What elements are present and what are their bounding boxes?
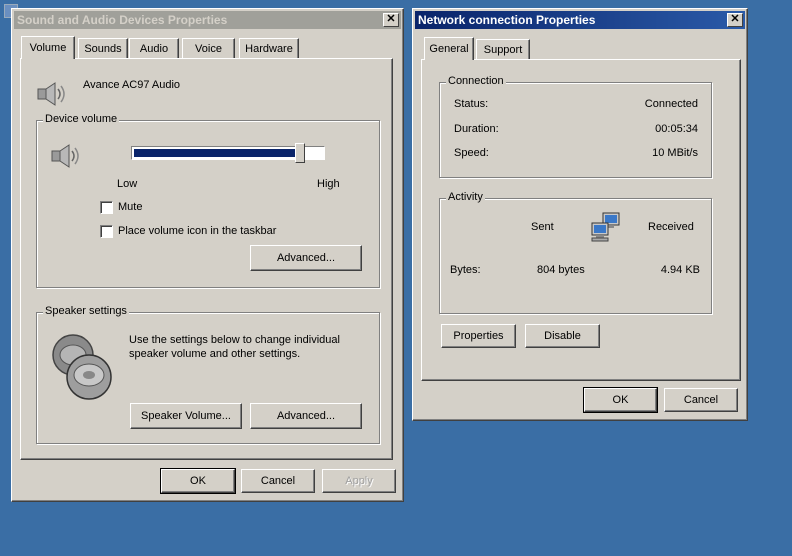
network-cancel-button[interactable]: Cancel <box>664 388 738 412</box>
network-properties-window: Network connection Properties ✕ General … <box>412 8 748 421</box>
tab-hardware-label: Hardware <box>245 42 293 55</box>
speakers-icon <box>52 334 112 400</box>
speaker-description: Use the settings below to change individ… <box>129 334 340 360</box>
speed-value: 10 MBit/s <box>652 147 698 159</box>
mute-checkbox[interactable] <box>100 201 113 214</box>
speaker-icon <box>37 82 65 106</box>
sound-window-title: Sound and Audio Devices Properties <box>17 13 228 27</box>
volume-tab-panel: Avance AC97 Audio Device volume Low High… <box>20 58 393 460</box>
bytes-label: Bytes: <box>450 264 481 276</box>
tab-volume-label: Volume <box>29 42 67 54</box>
network-properties-button[interactable]: Properties <box>441 324 516 348</box>
sound-cancel-button[interactable]: Cancel <box>241 469 315 493</box>
network-window-titlebar[interactable]: Network connection Properties ✕ <box>415 11 745 29</box>
general-tab-panel: Connection Status: Connected Duration: 0… <box>421 59 741 381</box>
device-volume-title: Device volume <box>43 113 120 125</box>
close-icon[interactable]: ✕ <box>383 13 399 27</box>
duration-value: 00:05:34 <box>655 123 698 135</box>
network-cancel-label: Cancel <box>683 394 719 406</box>
tab-audio[interactable]: Audio <box>129 38 179 58</box>
status-label: Status: <box>454 98 489 110</box>
received-label: Received <box>648 221 694 233</box>
device-advanced-button[interactable]: Advanced... <box>250 245 362 271</box>
bytes-received-value: 4.94 KB <box>660 264 700 276</box>
tab-sounds-label: Sounds <box>84 42 122 55</box>
tab-voice-label: Voice <box>195 42 222 55</box>
tab-general-label: General <box>429 43 469 55</box>
tab-volume[interactable]: Volume <box>21 36 75 59</box>
sound-properties-window: Sound and Audio Devices Properties ✕ Vol… <box>11 8 404 502</box>
duration-label: Duration: <box>454 123 499 135</box>
speaker-volume-button[interactable]: Speaker Volume... <box>130 403 242 429</box>
speaker-settings-group: Speaker settings Use the settings below … <box>36 305 380 444</box>
sound-cancel-label: Cancel <box>260 475 296 487</box>
sound-window-titlebar[interactable]: Sound and Audio Devices Properties ✕ <box>14 11 401 29</box>
sound-ok-button[interactable]: OK <box>160 468 236 494</box>
tab-voice[interactable]: Voice <box>182 38 235 58</box>
volume-low-label: Low <box>117 178 138 190</box>
activity-title: Activity <box>446 191 485 203</box>
mute-label[interactable]: Mute <box>118 201 142 213</box>
network-disable-label: Disable <box>544 330 581 342</box>
speaker-advanced-button[interactable]: Advanced... <box>250 403 362 429</box>
network-properties-label: Properties <box>453 330 504 342</box>
device-name: Avance AC97 Audio <box>83 79 181 91</box>
tab-audio-label: Audio <box>139 42 169 55</box>
network-computers-icon <box>591 212 620 242</box>
network-disable-button[interactable]: Disable <box>525 324 600 348</box>
taskbar-icon-checkbox[interactable] <box>100 225 113 238</box>
network-ok-label: OK <box>612 394 629 406</box>
volume-high-label: High <box>317 178 340 190</box>
taskbar-icon-label[interactable]: Place volume icon in the taskbar <box>118 225 276 237</box>
sound-apply-button[interactable]: Apply <box>322 469 396 493</box>
close-icon[interactable]: ✕ <box>727 13 743 27</box>
device-advanced-label: Advanced... <box>276 252 336 264</box>
sent-label: Sent <box>531 221 554 233</box>
network-window-title: Network connection Properties <box>418 13 596 27</box>
device-volume-group: Device volume Low High Mute Place volume… <box>36 113 380 288</box>
speed-label: Speed: <box>454 147 489 159</box>
bytes-sent-value: 804 bytes <box>537 264 585 276</box>
speaker-volume-label: Speaker Volume... <box>141 410 231 422</box>
speaker-advanced-label: Advanced... <box>276 410 336 422</box>
speaker-icon <box>51 144 79 168</box>
speaker-settings-title: Speaker settings <box>43 305 129 317</box>
volume-slider-thumb[interactable] <box>295 143 305 163</box>
tab-support-label: Support <box>483 43 523 56</box>
volume-slider-fill <box>134 149 301 157</box>
tab-support[interactable]: Support <box>476 39 530 59</box>
connection-group: Connection Status: Connected Duration: 0… <box>439 75 712 178</box>
sound-ok-label: OK <box>190 475 206 487</box>
connection-title: Connection <box>446 75 506 87</box>
network-ok-button[interactable]: OK <box>583 387 658 413</box>
tab-sounds[interactable]: Sounds <box>78 38 128 58</box>
tab-hardware[interactable]: Hardware <box>239 38 299 58</box>
status-value: Connected <box>644 98 698 110</box>
sound-apply-label: Apply <box>345 475 373 487</box>
activity-group: Activity Sent Received Bytes: 804 bytes … <box>439 191 712 314</box>
tab-general[interactable]: General <box>424 37 474 60</box>
